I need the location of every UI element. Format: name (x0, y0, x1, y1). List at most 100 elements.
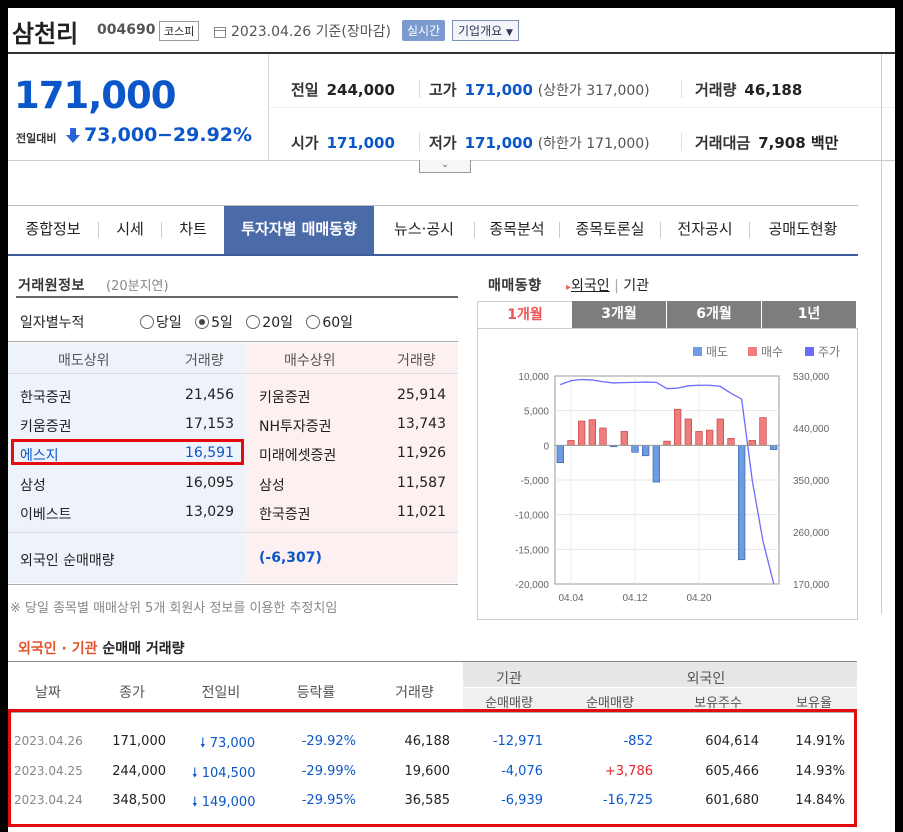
open-label: 시가 (291, 134, 319, 152)
buyer-name: NH투자증권 (259, 419, 332, 435)
x-tick: 04.12 (622, 593, 647, 604)
buyer-name: 미래에셋증권 (259, 448, 337, 464)
seller-name: 삼성 (20, 478, 46, 494)
high-price: 고가 171,000 (상한가 317,000) (429, 79, 650, 100)
date-text: 2023.04.26 기준(장마감) (231, 24, 391, 40)
change-label: 전일대비 (16, 132, 57, 145)
period-option-day[interactable]: 당일 (140, 315, 182, 331)
buy-bar (663, 440, 671, 446)
tab-analysis[interactable]: 종목분석 (475, 206, 559, 254)
company-overview-label: 기업개요 (458, 24, 503, 38)
buyer-volume: 25,914 (397, 387, 446, 403)
seller-volume: 17,153 (185, 416, 234, 432)
buy-bar (684, 418, 692, 446)
buy-bar (706, 429, 714, 446)
buy-bar (695, 431, 703, 446)
sell-header: 매도상위 (58, 353, 110, 369)
sell-bar (556, 444, 564, 464)
prev-close: 전일 244,000 (291, 79, 395, 100)
filter-foreign[interactable]: 외국인 (571, 278, 610, 294)
seller-volume: 21,456 (185, 387, 234, 403)
footer-rule (8, 532, 458, 533)
seller-volume: 16,095 (185, 475, 234, 491)
tab-discussion[interactable]: 종목토론실 (560, 206, 660, 254)
seller-volume: 13,029 (185, 504, 234, 520)
filter-institution[interactable]: 기관 (623, 278, 649, 294)
period-option-label: 20일 (262, 315, 293, 331)
y-right-tick: 260,000 (793, 528, 830, 539)
y-right-tick: 440,000 (793, 424, 830, 435)
tab-disclosure[interactable]: 전자공시 (661, 206, 749, 254)
title-foreign: 외국인 (18, 641, 57, 657)
period-option-20day[interactable]: 20일 (246, 315, 293, 331)
tab-quote[interactable]: 시세 (99, 206, 161, 254)
group-foreign: 외국인 (686, 671, 726, 687)
buyer-volume: 11,021 (397, 504, 446, 520)
seller-name: 한국증권 (20, 390, 72, 406)
radio-icon (140, 315, 154, 329)
separator (419, 80, 420, 98)
buy-bar (674, 408, 682, 446)
upper-limit: (상한가 317,000) (537, 83, 650, 99)
tab-summary[interactable]: 종합정보 (8, 206, 98, 254)
y-left-tick: 0 (543, 441, 549, 452)
y-left-tick: -10,000 (515, 511, 549, 522)
title-separator: · (61, 641, 67, 657)
col-change: 전일비 (201, 685, 241, 701)
low-price: 저가 171,000 (하한가 171,000) (429, 132, 650, 153)
table-top-rule (8, 341, 458, 342)
sell-bar (738, 444, 746, 561)
title-rest: 순매매 거래량 (102, 641, 185, 657)
chart-tab-6m[interactable]: 6개월 (667, 301, 761, 328)
buyer-volume: 11,587 (397, 475, 446, 491)
stock-page: 삼천리 004690 코스피 2023.04.26 기준(장마감) 실시간 기업… (8, 8, 895, 832)
sell-bar (631, 444, 639, 453)
buy-bar (620, 431, 628, 446)
expand-toggle[interactable]: ⌄ (419, 160, 471, 173)
period-option-5day[interactable]: 5일 (195, 315, 233, 331)
volume: 거래량 46,188 (695, 79, 802, 100)
legend-label: 매수 (761, 345, 783, 359)
scrollbar-track[interactable] (881, 54, 882, 614)
buyer-volume: 11,926 (397, 445, 446, 461)
tab-news[interactable]: 뉴스·공시 (374, 206, 474, 254)
chart-tab-3m[interactable]: 3개월 (572, 301, 666, 328)
table-bottom-rule (8, 584, 458, 585)
price-summary: 171,000 전일대비 73,000 −29.92% 전일 244,000 고가… (8, 54, 895, 161)
prev-close-value: 244,000 (326, 81, 395, 99)
row-divider (270, 107, 895, 108)
legend-label: 주가 (818, 345, 840, 359)
current-price-panel: 171,000 전일대비 73,000 −29.92% (8, 54, 269, 160)
change-percent: −29.92% (157, 124, 253, 146)
low-label: 저가 (429, 134, 457, 152)
chart-tab-1m[interactable]: 1개월 (477, 301, 573, 329)
period-option-label: 당일 (156, 315, 182, 331)
seller-name: 이베스트 (20, 507, 72, 523)
company-overview-button[interactable]: 기업개요 ▼ (452, 20, 519, 41)
stock-name: 삼천리 (12, 20, 79, 48)
trade-chart-title: 매매동향 (488, 278, 542, 294)
radio-icon (306, 315, 321, 329)
open-price: 시가 171,000 (291, 132, 395, 153)
lower-limit: (하한가 171,000) (537, 136, 650, 152)
tab-short-selling[interactable]: 공매도현황 (750, 206, 856, 254)
separator (681, 80, 682, 98)
realtime-button[interactable]: 실시간 (402, 20, 446, 41)
sell-volume-header: 거래량 (185, 353, 224, 369)
broker-note: ※ 당일 종목별 매매상위 5개 회원사 정보를 이용한 추정치임 (10, 601, 338, 616)
foreign-net-label: 외국인 순매매량 (20, 553, 115, 569)
high-label: 고가 (429, 81, 457, 99)
seller-name: 키움증권 (20, 419, 72, 435)
chart-tab-1y[interactable]: 1년 (762, 301, 856, 328)
calendar-icon (214, 23, 226, 38)
sell-bar (652, 444, 660, 483)
y-left-tick: 5,000 (524, 407, 549, 418)
period-option-60day[interactable]: 60일 (306, 315, 353, 331)
delay-note: (20분지연) (106, 279, 169, 294)
buyer-name: 한국증권 (259, 507, 311, 523)
market-badge: 코스피 (159, 21, 200, 41)
tab-investor-trading[interactable]: 투자자별 매매동향 (224, 206, 374, 254)
period-option-label: 5일 (211, 315, 233, 331)
volume-label: 거래량 (695, 81, 737, 99)
tab-chart[interactable]: 차트 (162, 206, 224, 254)
